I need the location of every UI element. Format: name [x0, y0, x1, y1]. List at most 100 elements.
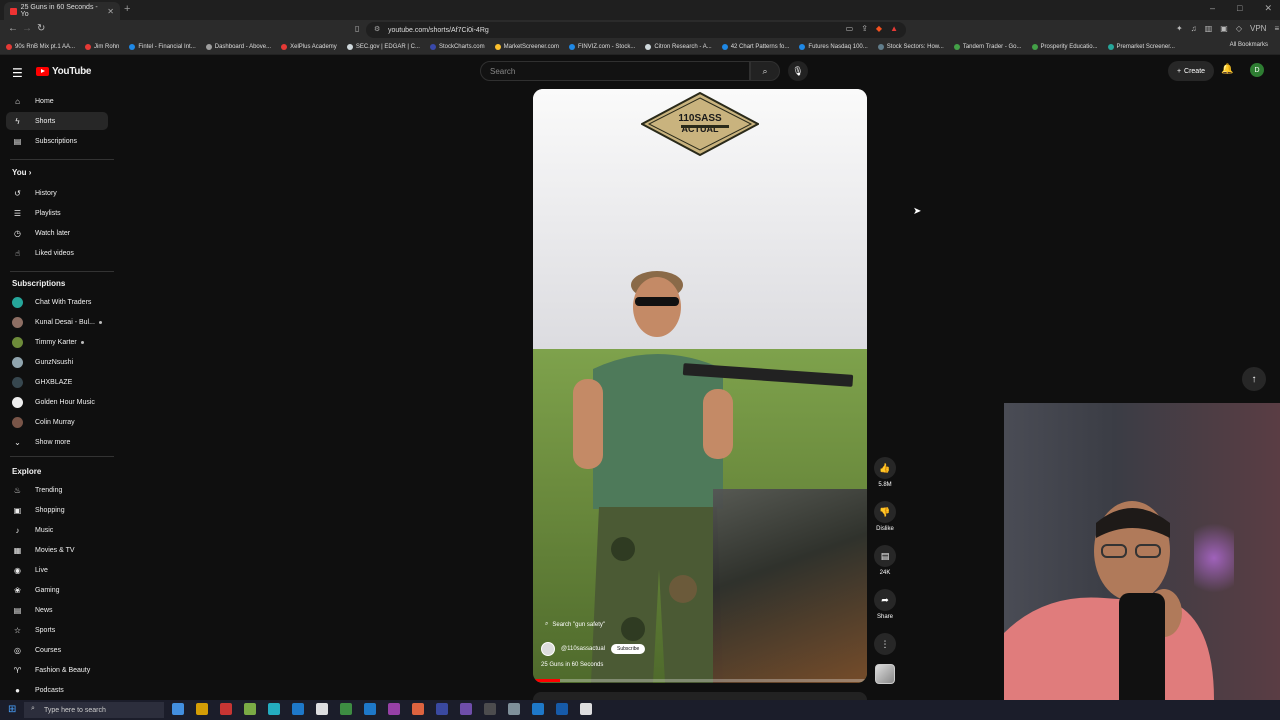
sidebar-channel-item[interactable]: Colin Murray: [6, 413, 108, 431]
thumbs-down-icon[interactable]: 👎: [874, 501, 896, 523]
bookmark-item[interactable]: Dashboard - Above...: [205, 44, 271, 50]
taskbar-app-icon[interactable]: [196, 703, 208, 715]
wallet-icon[interactable]: ▣: [1220, 24, 1228, 33]
browser-tab-active[interactable]: 25 Guns in 60 Seconds - Yo ✕: [4, 2, 120, 20]
shorts-video-player[interactable]: 110SASS ACTUAL ⌕ Search "gun safety" @11…: [533, 89, 867, 683]
bookmark-item[interactable]: 90s RnB Mix pt.1 AA...: [6, 44, 75, 50]
minimize-button[interactable]: –: [1210, 3, 1215, 14]
voice-search-button[interactable]: 🎙: [788, 61, 808, 81]
maximize-button[interactable]: □: [1237, 3, 1242, 14]
media-icon[interactable]: ♫: [1191, 24, 1197, 33]
taskbar-app-icon[interactable]: [244, 703, 256, 715]
taskbar-app-icon[interactable]: [484, 703, 496, 715]
taskbar-app-icon[interactable]: [388, 703, 400, 715]
sidebar-item-shorts[interactable]: ϟ Shorts: [6, 112, 108, 130]
taskbar-app-icon[interactable]: [172, 703, 184, 715]
sidebar-item-fashion-beauty[interactable]: ♈ Fashion & Beauty: [6, 661, 108, 679]
install-icon[interactable]: ▭: [846, 24, 854, 33]
sidebar-item-news[interactable]: ▤ News: [6, 601, 108, 619]
sidebar-item-watch-later[interactable]: ◷ Watch later: [6, 224, 108, 242]
taskbar-app-icon[interactable]: [340, 703, 352, 715]
bookmark-item[interactable]: Jim Rohn: [85, 44, 119, 50]
sidebar-item-live[interactable]: ◉ Live: [6, 561, 108, 579]
tab-close-icon[interactable]: ✕: [107, 7, 114, 16]
sidebar-item-subscriptions[interactable]: ▤ Subscriptions: [6, 132, 108, 150]
channel-handle[interactable]: @110sassactual: [561, 646, 605, 652]
thumbs-up-icon[interactable]: 👍: [874, 457, 896, 479]
sidebar-channel-item[interactable]: GunzNsushi: [6, 353, 108, 371]
bookmark-item[interactable]: XelPlus Academy: [281, 44, 337, 50]
rewards-icon[interactable]: ▲: [890, 24, 898, 33]
sidebar-item-sports[interactable]: ☆ Sports: [6, 621, 108, 639]
sidebar-item-history[interactable]: ↺ History: [6, 184, 108, 202]
share-icon[interactable]: ⇪: [861, 24, 868, 33]
like-action[interactable]: 👍 5.8M: [872, 457, 898, 488]
brave-shield-icon[interactable]: ◆: [876, 24, 882, 33]
taskbar-search-input[interactable]: ⌕ Type here to search: [24, 702, 164, 718]
sidebar-you-header[interactable]: You ›: [12, 168, 31, 177]
browser-menu-icon[interactable]: ≡: [1274, 24, 1279, 33]
bookmark-item[interactable]: Citron Research - A...: [645, 44, 712, 50]
bookmark-item[interactable]: 42 Chart Patterns fo...: [721, 44, 789, 50]
comments-action[interactable]: ▤ 24K: [872, 545, 898, 576]
bookmark-item[interactable]: FINVIZ.com - Stock...: [569, 44, 635, 50]
sidebar-channel-item[interactable]: Chat With Traders: [6, 293, 108, 311]
taskbar-app-icon[interactable]: [460, 703, 472, 715]
taskbar-app-icon[interactable]: [412, 703, 424, 715]
bookmark-item[interactable]: Premarket Screener...: [1107, 44, 1175, 50]
bookmark-icon[interactable]: ▯: [355, 24, 359, 33]
bookmark-item[interactable]: Prosperity Educatio...: [1031, 44, 1098, 50]
share-action[interactable]: ➦ Share: [872, 589, 898, 620]
search-suggestion-chip[interactable]: ⌕ Search "gun safety": [545, 621, 605, 628]
video-progress-bar[interactable]: [533, 679, 867, 682]
taskbar-app-icon[interactable]: [556, 703, 568, 715]
new-tab-button[interactable]: +: [124, 3, 130, 15]
bookmark-item[interactable]: MarketScreener.com: [494, 44, 559, 50]
dislike-action[interactable]: 👎 Dislike: [872, 501, 898, 532]
taskbar-app-icon[interactable]: [268, 703, 280, 715]
sidebar-channel-item[interactable]: Timmy Karter: [6, 333, 108, 351]
sidebar-channel-item[interactable]: Golden Hour Music: [6, 393, 108, 411]
short-title[interactable]: 25 Guns in 60 Seconds: [541, 662, 603, 668]
subscribe-button[interactable]: Subscribe: [611, 644, 646, 654]
leo-icon[interactable]: ◇: [1236, 24, 1242, 33]
sidebar-item-trending[interactable]: ♨ Trending: [6, 481, 108, 499]
taskbar-app-icon[interactable]: [220, 703, 232, 715]
sidebar-item-liked-videos[interactable]: ☝ Liked videos: [6, 244, 108, 262]
sidebar-channel-item[interactable]: Kunal Desai - Bul...: [6, 313, 108, 331]
site-info-icon[interactable]: ⚙: [374, 25, 380, 33]
account-avatar[interactable]: D: [1250, 63, 1264, 77]
audio-source-thumbnail[interactable]: [875, 664, 895, 684]
comment-icon[interactable]: ▤: [874, 545, 896, 567]
sidebar-item-music[interactable]: ♪ Music: [6, 521, 108, 539]
bookmark-item[interactable]: Stock Sectors: How...: [877, 44, 944, 50]
bookmark-item[interactable]: Futures Nasdaq 100...: [799, 44, 868, 50]
sidebar-item-podcasts[interactable]: ● Podcasts: [6, 681, 108, 699]
bookmark-item[interactable]: SEC.gov | EDGAR | C...: [346, 44, 420, 50]
taskbar-app-icon[interactable]: [436, 703, 448, 715]
notifications-bell-icon[interactable]: 🔔: [1221, 64, 1233, 75]
close-window-button[interactable]: ✕: [1264, 3, 1272, 14]
taskbar-app-icon[interactable]: [580, 703, 592, 715]
sidebar-item-movies-tv[interactable]: ▦ Movies & TV: [6, 541, 108, 559]
share-arrow-icon[interactable]: ➦: [874, 589, 896, 611]
more-vert-icon[interactable]: ⋮: [874, 633, 896, 655]
vpn-label[interactable]: VPN: [1250, 24, 1266, 33]
reload-icon[interactable]: ↻: [37, 23, 45, 34]
sidebar-icon[interactable]: ▥: [1205, 24, 1213, 33]
sidebar-item-gaming[interactable]: ❀ Gaming: [6, 581, 108, 599]
sidebar-item-shopping[interactable]: ▣ Shopping: [6, 501, 108, 519]
back-arrow-icon[interactable]: ←: [8, 23, 18, 34]
hamburger-menu-icon[interactable]: ☰: [12, 66, 23, 80]
sidebar-item-playlists[interactable]: ☰ Playlists: [6, 204, 108, 222]
all-bookmarks-button[interactable]: All Bookmarks: [1230, 42, 1268, 48]
bookmark-item[interactable]: Fintel - Financial Int...: [129, 44, 196, 50]
address-bar[interactable]: ⚙ youtube.com/shorts/Af7Ci0i-4Rg ▭ ⇪ ◆ ▲: [366, 22, 906, 38]
taskbar-app-icon[interactable]: [532, 703, 544, 715]
previous-short-button[interactable]: ↑: [1242, 367, 1266, 391]
bookmark-item[interactable]: Tandem Trader - Go...: [953, 44, 1022, 50]
forward-arrow-icon[interactable]: →: [22, 23, 32, 34]
taskbar-app-icon[interactable]: [316, 703, 328, 715]
more-action[interactable]: ⋮: [872, 633, 898, 655]
sidebar-channel-item[interactable]: GHXBLAZE: [6, 373, 108, 391]
